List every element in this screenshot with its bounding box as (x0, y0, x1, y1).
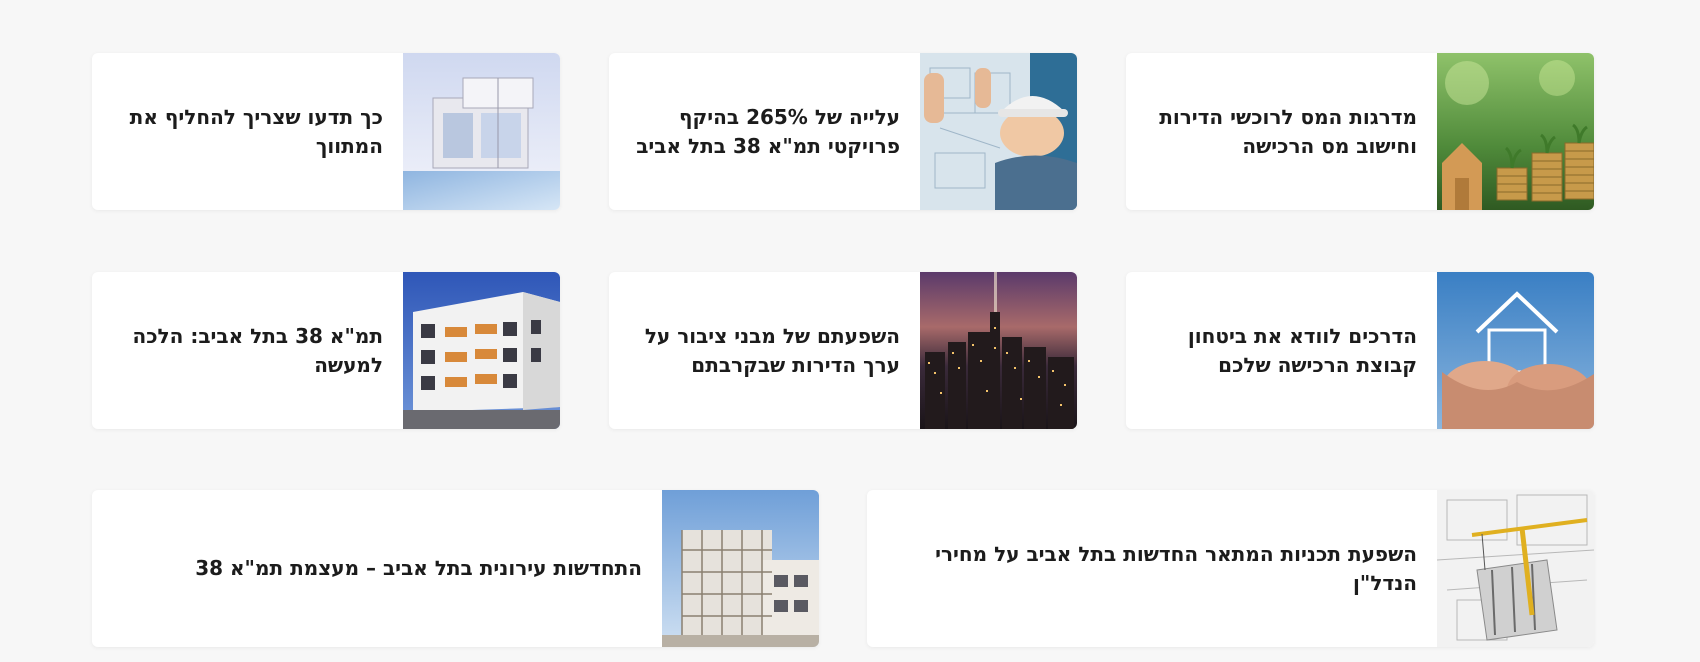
article-title[interactable]: השפעת תכניות המתאר החדשות בתל אביב על מח… (867, 490, 1437, 647)
article-thumbnail[interactable] (1437, 53, 1594, 210)
article-thumbnail[interactable] (403, 53, 560, 210)
article-title-text[interactable]: השפעת תכניות המתאר החדשות בתל אביב על מח… (885, 540, 1417, 598)
article-card[interactable]: השפעתם של מבני ציבור על ערך הדירות שבקרב… (609, 272, 1077, 429)
article-title[interactable]: כך תדעו שצריך להחליף את המתווך (92, 53, 403, 210)
article-title-text[interactable]: השפעתם של מבני ציבור על ערך הדירות שבקרב… (627, 322, 900, 380)
article-title-text[interactable]: הדרכים לוודא את ביטחון קבוצת הרכישה שלכם (1144, 322, 1417, 380)
article-card[interactable]: מדרגות המס לרוכשי הדירות וחישוב מס הרכיש… (1126, 53, 1594, 210)
article-title-text[interactable]: עלייה של 265% בהיקף פרויקטי תמ"א 38 בתל … (627, 103, 900, 161)
article-thumbnail[interactable] (920, 272, 1077, 429)
apartment-building-image (403, 272, 560, 429)
article-title[interactable]: התחדשות עירונית בתל אביב – מעצמת תמ"א 38 (92, 490, 662, 647)
article-title-text[interactable]: מדרגות המס לרוכשי הדירות וחישוב מס הרכיש… (1144, 103, 1417, 161)
article-card[interactable]: התחדשות עירונית בתל אביב – מעצמת תמ"א 38 (92, 490, 819, 647)
article-title-text[interactable]: כך תדעו שצריך להחליף את המתווך (110, 103, 383, 161)
article-card[interactable]: הדרכים לוודא את ביטחון קבוצת הרכישה שלכם (1126, 272, 1594, 429)
article-card[interactable]: תמ"א 38 בתל אביב: הלכה למעשה (92, 272, 560, 429)
article-title[interactable]: עלייה של 265% בהיקף פרויקטי תמ"א 38 בתל … (609, 53, 920, 210)
article-card[interactable]: עלייה של 265% בהיקף פרויקטי תמ"א 38 בתל … (609, 53, 1077, 210)
article-thumbnail[interactable] (662, 490, 819, 647)
article-thumbnail[interactable] (1437, 490, 1594, 647)
article-title[interactable]: הדרכים לוודא את ביטחון קבוצת הרכישה שלכם (1126, 272, 1437, 429)
article-card[interactable]: השפעת תכניות המתאר החדשות בתל אביב על מח… (867, 490, 1594, 647)
coins-house-image (1437, 53, 1594, 210)
article-thumbnail[interactable] (403, 272, 560, 429)
articles-row: מדרגות המס לרוכשי הדירות וחישוב מס הרכיש… (92, 53, 1594, 210)
article-card[interactable]: כך תדעו שצריך להחליף את המתווך (92, 53, 560, 210)
article-thumbnail[interactable] (920, 53, 1077, 210)
articles-row: השפעת תכניות המתאר החדשות בתל אביב על מח… (92, 490, 1594, 647)
crane-sketch-image (1437, 490, 1594, 647)
articles-row: הדרכים לוודא את ביטחון קבוצת הרכישה שלכם (92, 272, 1594, 429)
article-thumbnail[interactable] (1437, 272, 1594, 429)
architect-blueprint-image (920, 53, 1077, 210)
article-title[interactable]: מדרגות המס לרוכשי הדירות וחישוב מס הרכיש… (1126, 53, 1437, 210)
article-title[interactable]: תמ"א 38 בתל אביב: הלכה למעשה (92, 272, 403, 429)
article-title-text[interactable]: תמ"א 38 בתל אביב: הלכה למעשה (110, 322, 383, 380)
hands-house-image (1437, 272, 1594, 429)
modern-villa-image (403, 53, 560, 210)
city-night-image (920, 272, 1077, 429)
scaffolding-building-image (662, 490, 819, 647)
article-title[interactable]: השפעתם של מבני ציבור על ערך הדירות שבקרב… (609, 272, 920, 429)
article-title-text[interactable]: התחדשות עירונית בתל אביב – מעצמת תמ"א 38 (195, 554, 642, 583)
articles-page: מדרגות המס לרוכשי הדירות וחישוב מס הרכיש… (0, 0, 1700, 662)
